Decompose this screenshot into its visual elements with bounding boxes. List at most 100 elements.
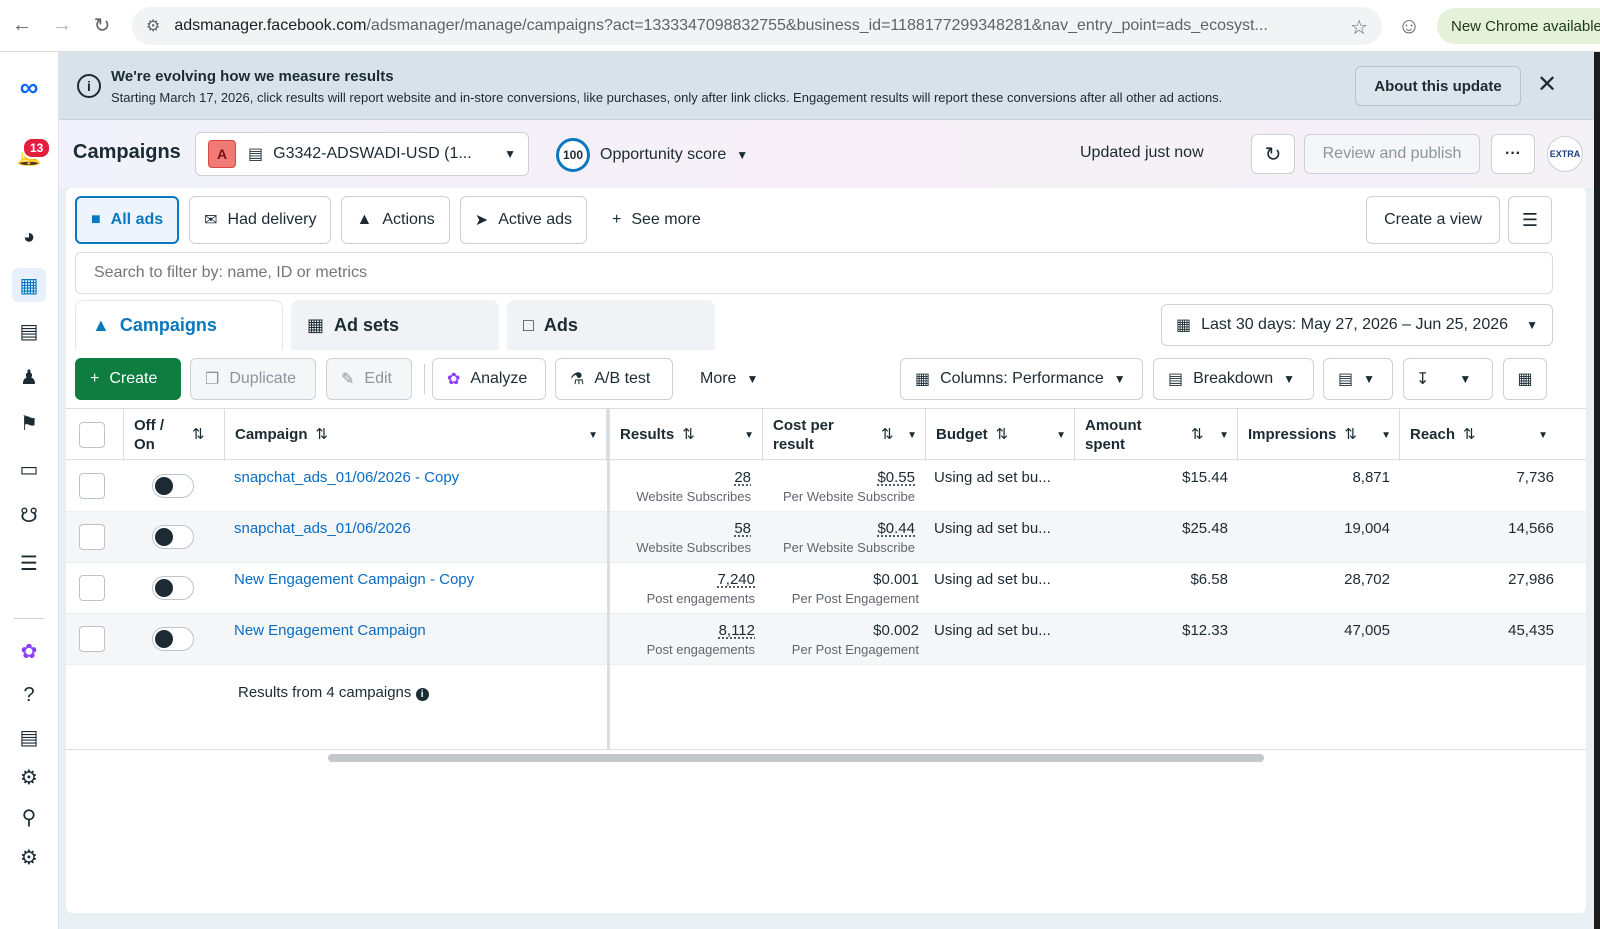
business-avatar[interactable]: EXTRA	[1547, 136, 1583, 172]
column-menu-icon[interactable]: ▼	[588, 429, 598, 442]
view-all-ads[interactable]: ■ All ads	[75, 196, 180, 244]
col-campaign[interactable]: Campaign ⇅ ▼	[225, 409, 607, 461]
campaign-name-link[interactable]: snapchat_ads_01/06/2026	[234, 520, 411, 537]
horizontal-scrollbar[interactable]	[328, 754, 1264, 762]
view-active-ads[interactable]: ➤ Active ads	[459, 196, 588, 244]
col-cost-per-result[interactable]: Cost per result ⇅ ▼	[763, 409, 926, 461]
billing-card-icon[interactable]: ▭	[12, 452, 46, 486]
forward-icon[interactable]: →	[42, 6, 82, 46]
profile-icon[interactable]: ☺	[1395, 12, 1423, 40]
help-icon[interactable]: ?	[12, 678, 46, 712]
col-results[interactable]: Results ⇅ ▼	[610, 409, 763, 461]
view-actions[interactable]: ▲ Actions	[341, 196, 450, 244]
select-all-checkbox[interactable]	[79, 422, 105, 448]
bug-report-icon[interactable]: ⚙	[12, 840, 46, 874]
column-menu-icon[interactable]: ▼	[1538, 429, 1548, 442]
tab-campaigns[interactable]: ▲ Campaigns	[75, 300, 283, 350]
sort-icon[interactable]: ⇅	[1344, 425, 1357, 445]
date-range-picker[interactable]: ▦ Last 30 days: May 27, 2026 – Jun 25, 2…	[1161, 304, 1553, 346]
tab-ad-sets[interactable]: ▦ Ad sets	[291, 300, 499, 350]
row-checkbox[interactable]	[79, 473, 105, 499]
campaign-toggle[interactable]	[152, 627, 194, 651]
chart-view-button[interactable]: ▦	[1503, 358, 1547, 400]
reload-icon[interactable]: ↻	[82, 6, 122, 46]
url-text[interactable]: adsmanager.facebook.com/adsmanager/manag…	[174, 17, 1324, 35]
table-row[interactable]: New Engagement Campaign - Copy 7,240 Post…	[66, 563, 1586, 614]
campaigns-table-icon[interactable]: ▦	[12, 268, 46, 302]
sort-icon[interactable]: ⇅	[192, 425, 205, 445]
col-reach[interactable]: Reach ⇅ ▼	[1400, 409, 1556, 461]
column-menu-icon[interactable]: ▼	[1219, 429, 1229, 442]
breakdown-selector[interactable]: ▤ Breakdown ▼	[1153, 358, 1314, 400]
col-impressions[interactable]: Impressions ⇅ ▼	[1238, 409, 1400, 461]
create-button[interactable]: + Create	[75, 358, 181, 400]
col-amount-spent[interactable]: Amount spent ⇅ ▼	[1075, 409, 1238, 461]
row-checkbox[interactable]	[79, 524, 105, 550]
analyze-button[interactable]: ✿ Analyze	[432, 358, 546, 400]
campaign-toggle[interactable]	[152, 525, 194, 549]
sort-icon[interactable]: ⇅	[996, 425, 1009, 445]
create-a-view-button[interactable]: Create a view	[1366, 196, 1500, 244]
table-row[interactable]: snapchat_ads_01/06/2026 58 Website Subscr…	[66, 512, 1586, 563]
campaign-toggle[interactable]	[152, 576, 194, 600]
column-menu-icon[interactable]: ▼	[744, 429, 754, 442]
back-icon[interactable]: ←	[2, 6, 42, 46]
search-icon[interactable]: ⚲	[12, 800, 46, 834]
settings-gear-icon[interactable]: ⚙	[12, 760, 46, 794]
view-had-delivery[interactable]: ✉ Had delivery	[189, 196, 332, 244]
address-bar[interactable]: ⚙ adsmanager.facebook.com/adsmanager/man…	[132, 7, 1382, 45]
table-row[interactable]: snapchat_ads_01/06/2026 - Copy 28 Website…	[66, 461, 1586, 512]
see-more-views-button[interactable]: + See more	[597, 196, 716, 244]
ab-test-button[interactable]: ⚗ A/B test	[555, 358, 673, 400]
site-info-icon[interactable]: ⚙	[146, 16, 160, 36]
sort-icon[interactable]: ⇅	[881, 425, 894, 445]
column-menu-icon[interactable]: ▼	[907, 429, 917, 442]
more-actions-button[interactable]: More ▼	[685, 358, 775, 400]
edit-button[interactable]: ✎ Edit	[326, 358, 412, 400]
col-off-on[interactable]: Off / On ⇅	[124, 409, 225, 461]
row-checkbox[interactable]	[79, 626, 105, 652]
columns-selector[interactable]: ▦ Columns: Performance ▼	[900, 358, 1143, 400]
reports-dropdown[interactable]: ▤ ▼	[1323, 358, 1393, 400]
reports-icon[interactable]: ▤	[12, 314, 46, 348]
events-manager-icon[interactable]: ☋	[12, 498, 46, 532]
audiences-icon[interactable]: ♟	[12, 360, 46, 394]
campaign-name-link[interactable]: New Engagement Campaign	[234, 622, 426, 639]
export-download-button[interactable]: ↧ ▼	[1403, 358, 1493, 400]
ad-tools-icon[interactable]: ⚑	[12, 406, 46, 440]
col-budget[interactable]: Budget ⇅ ▼	[926, 409, 1075, 461]
campaign-name-link[interactable]: snapchat_ads_01/06/2026 - Copy	[234, 469, 459, 486]
campaign-toggle[interactable]	[152, 474, 194, 498]
more-options-button[interactable]: ···	[1491, 134, 1535, 174]
sort-icon[interactable]: ⇅	[682, 425, 695, 445]
info-icon[interactable]: i	[415, 688, 429, 701]
sort-icon[interactable]: ⇅	[1191, 425, 1204, 445]
dashboard-gauge-icon[interactable]: ◕	[12, 220, 46, 254]
close-icon[interactable]: ✕	[1537, 70, 1557, 99]
sort-icon[interactable]: ⇅	[1463, 425, 1476, 445]
sort-icon[interactable]: ⇅	[316, 425, 329, 445]
bookmark-star-icon[interactable]: ☆	[1350, 15, 1368, 40]
filter-settings-button[interactable]: ☰	[1508, 196, 1552, 244]
review-and-publish-button[interactable]: Review and publish	[1304, 134, 1480, 174]
search-filter-input[interactable]	[75, 252, 1553, 294]
column-menu-icon[interactable]: ▼	[1056, 429, 1066, 442]
column-menu-icon[interactable]: ▼	[1381, 429, 1391, 442]
ad-account-selector[interactable]: A ▤ G3342-ADSWADI-USD (1... ▼	[195, 132, 529, 176]
opportunity-score-button[interactable]: 100 Opportunity score ▼	[556, 138, 748, 172]
all-tools-menu-icon[interactable]: ☰	[12, 546, 46, 580]
duplicate-button[interactable]: ❐ Duplicate	[190, 358, 316, 400]
news-icon[interactable]: ▤	[12, 720, 46, 754]
tab-ads[interactable]: □ Ads	[507, 300, 715, 350]
frozen-column-divider[interactable]	[607, 408, 610, 750]
meta-ai-icon[interactable]: ✿	[12, 634, 46, 668]
table-row[interactable]: New Engagement Campaign 8,112 Post engage…	[66, 614, 1586, 665]
new-chrome-available-button[interactable]: New Chrome available	[1437, 8, 1600, 44]
results-cell: 28 Website Subscribes	[636, 469, 751, 504]
about-this-update-button[interactable]: About this update	[1355, 66, 1521, 106]
vertical-scrollbar[interactable]	[1594, 52, 1600, 929]
campaign-name-link[interactable]: New Engagement Campaign - Copy	[234, 571, 474, 588]
row-checkbox[interactable]	[79, 575, 105, 601]
meta-logo-icon[interactable]: ∞	[12, 70, 46, 104]
refresh-button[interactable]: ↻	[1251, 134, 1295, 174]
